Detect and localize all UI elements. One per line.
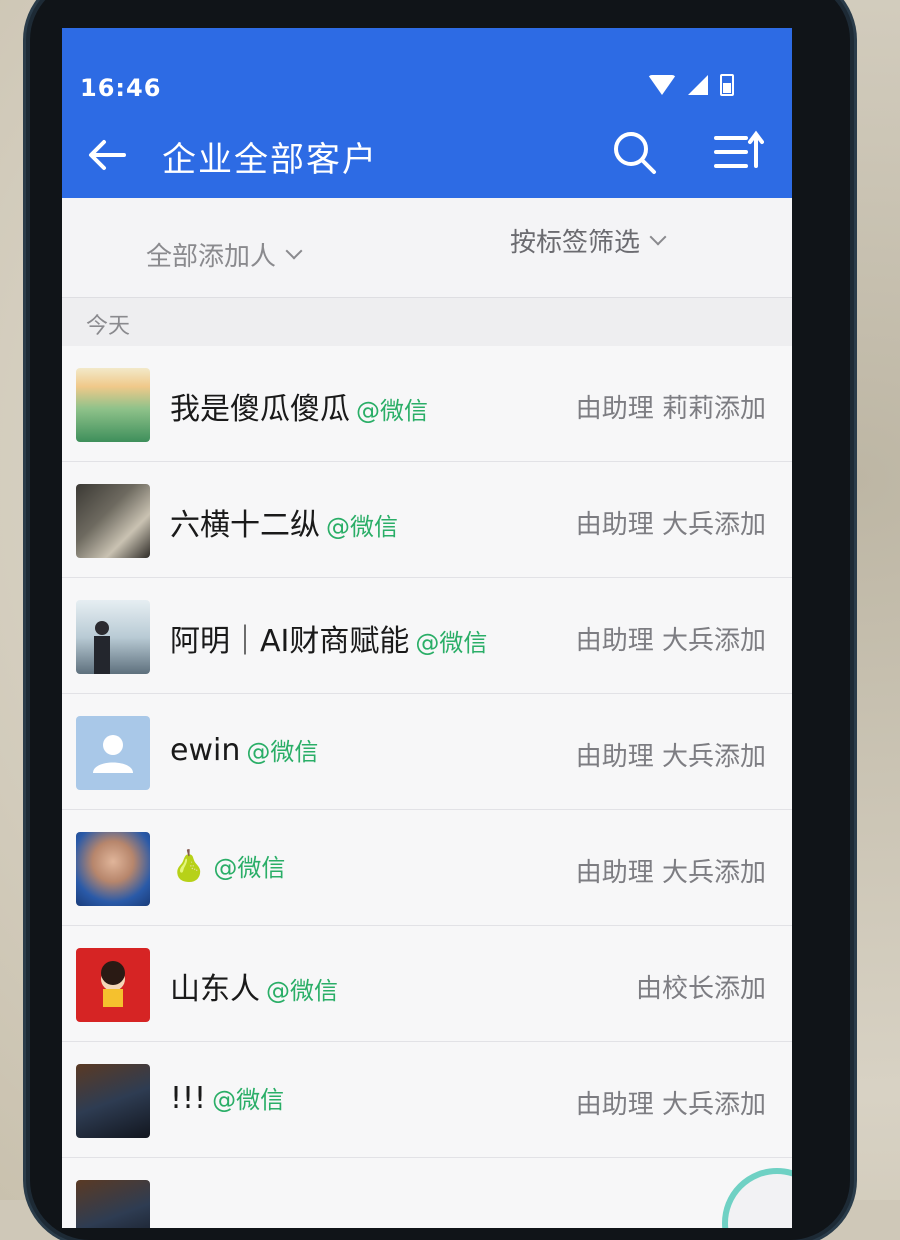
landscape-avatar [76,368,150,442]
status-time: 16:46 [80,74,161,102]
wechat-tag: @微信 [356,391,428,426]
page-title: 企业全部客户 [162,132,378,181]
sort-menu-icon[interactable] [712,128,764,176]
list-item[interactable]: !!! @微信 由助理 大兵添加 [62,1042,792,1158]
contact-name: 我是傻瓜傻瓜 [170,384,350,428]
tag-filter-label: 按标签筛选 [510,222,640,259]
list-item[interactable]: 山东人 @微信 由校长添加 [62,926,792,1042]
added-by-text: 由助理 大兵添加 [576,504,766,541]
status-icons [648,74,734,96]
wechat-tag: @微信 [266,971,338,1006]
list-item[interactable]: 阿明｜AI财商赋能 @微信 由助理 大兵添加 [62,578,792,694]
back-arrow-icon[interactable] [84,132,130,178]
search-icon[interactable] [610,128,658,176]
list-item[interactable]: 我是傻瓜傻瓜 @微信 由助理 莉莉添加 [62,346,792,462]
wechat-tag: @微信 [213,848,285,883]
contact-name: 🍐 [170,849,207,884]
red-festive-avatar [76,948,150,1022]
added-by-text: 由助理 大兵添加 [576,852,766,889]
contact-name: 山东人 [170,964,260,1008]
chevron-down-icon [650,228,667,245]
wifi-icon [648,75,676,95]
added-by-text: 由校长添加 [636,968,766,1005]
dark-photo-avatar [76,1064,150,1138]
portrait-avatar [76,600,150,674]
adder-filter-dropdown[interactable]: 全部添加人 [146,236,300,273]
default-user-avatar [76,716,150,790]
list-item[interactable]: ewin @微信 由助理 大兵添加 [62,694,792,810]
app-screen: 16:46 企业全部客户 全部添加人 按标签 [62,28,792,1228]
list-item[interactable]: 六横十二纵 @微信 由助理 大兵添加 [62,462,792,578]
adder-filter-label: 全部添加人 [146,236,276,273]
contact-name: 六横十二纵 [170,500,320,544]
contact-name: ewin [170,733,240,768]
tag-filter-dropdown[interactable]: 按标签筛选 [510,222,664,259]
app-header: 16:46 企业全部客户 [62,28,792,198]
partial-avatar [76,1180,150,1228]
contact-name: 阿明｜AI财商赋能 [170,616,409,660]
contact-name: !!! [170,1081,206,1116]
contact-list: 我是傻瓜傻瓜 @微信 由助理 莉莉添加 六横十二纵 @微信 由助理 大兵添加 阿… [62,346,792,1228]
chevron-down-icon [286,242,303,259]
wechat-tag: @微信 [415,623,487,658]
added-by-text: 由助理 莉莉添加 [576,388,766,425]
list-item-partial[interactable] [62,1158,792,1228]
photo-avatar [76,484,150,558]
list-item[interactable]: 🍐 @微信 由助理 大兵添加 [62,810,792,926]
signal-icon [688,75,708,95]
added-by-text: 由助理 大兵添加 [576,1084,766,1121]
wechat-tag: @微信 [246,732,318,767]
wechat-tag: @微信 [326,507,398,542]
added-by-text: 由助理 大兵添加 [576,736,766,773]
section-header-today: 今天 [86,308,130,340]
added-by-text: 由助理 大兵添加 [576,620,766,657]
status-bar: 16:46 [62,28,792,118]
battery-icon [720,74,734,96]
user-silhouette-icon [89,729,137,777]
wechat-tag: @微信 [212,1080,284,1115]
filter-bar: 全部添加人 按标签筛选 [62,198,792,298]
face-avatar [76,832,150,906]
